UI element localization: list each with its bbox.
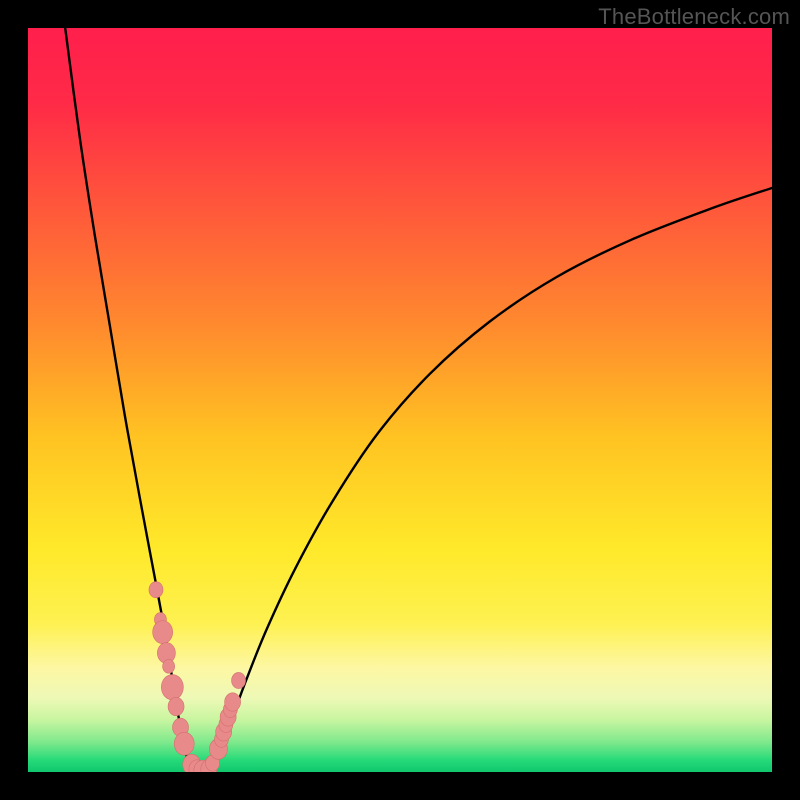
plot-area <box>28 28 772 772</box>
marker-point <box>153 621 173 644</box>
marker-point <box>168 697 184 715</box>
marker-point <box>163 659 175 673</box>
sample-markers <box>149 582 246 772</box>
marker-point <box>161 675 183 700</box>
marker-point <box>174 732 194 755</box>
chart-svg <box>28 28 772 772</box>
marker-point <box>149 582 163 598</box>
marker-point <box>232 672 246 688</box>
outer-frame: TheBottleneck.com <box>0 0 800 800</box>
marker-point <box>225 693 241 711</box>
watermark-text: TheBottleneck.com <box>598 4 790 30</box>
